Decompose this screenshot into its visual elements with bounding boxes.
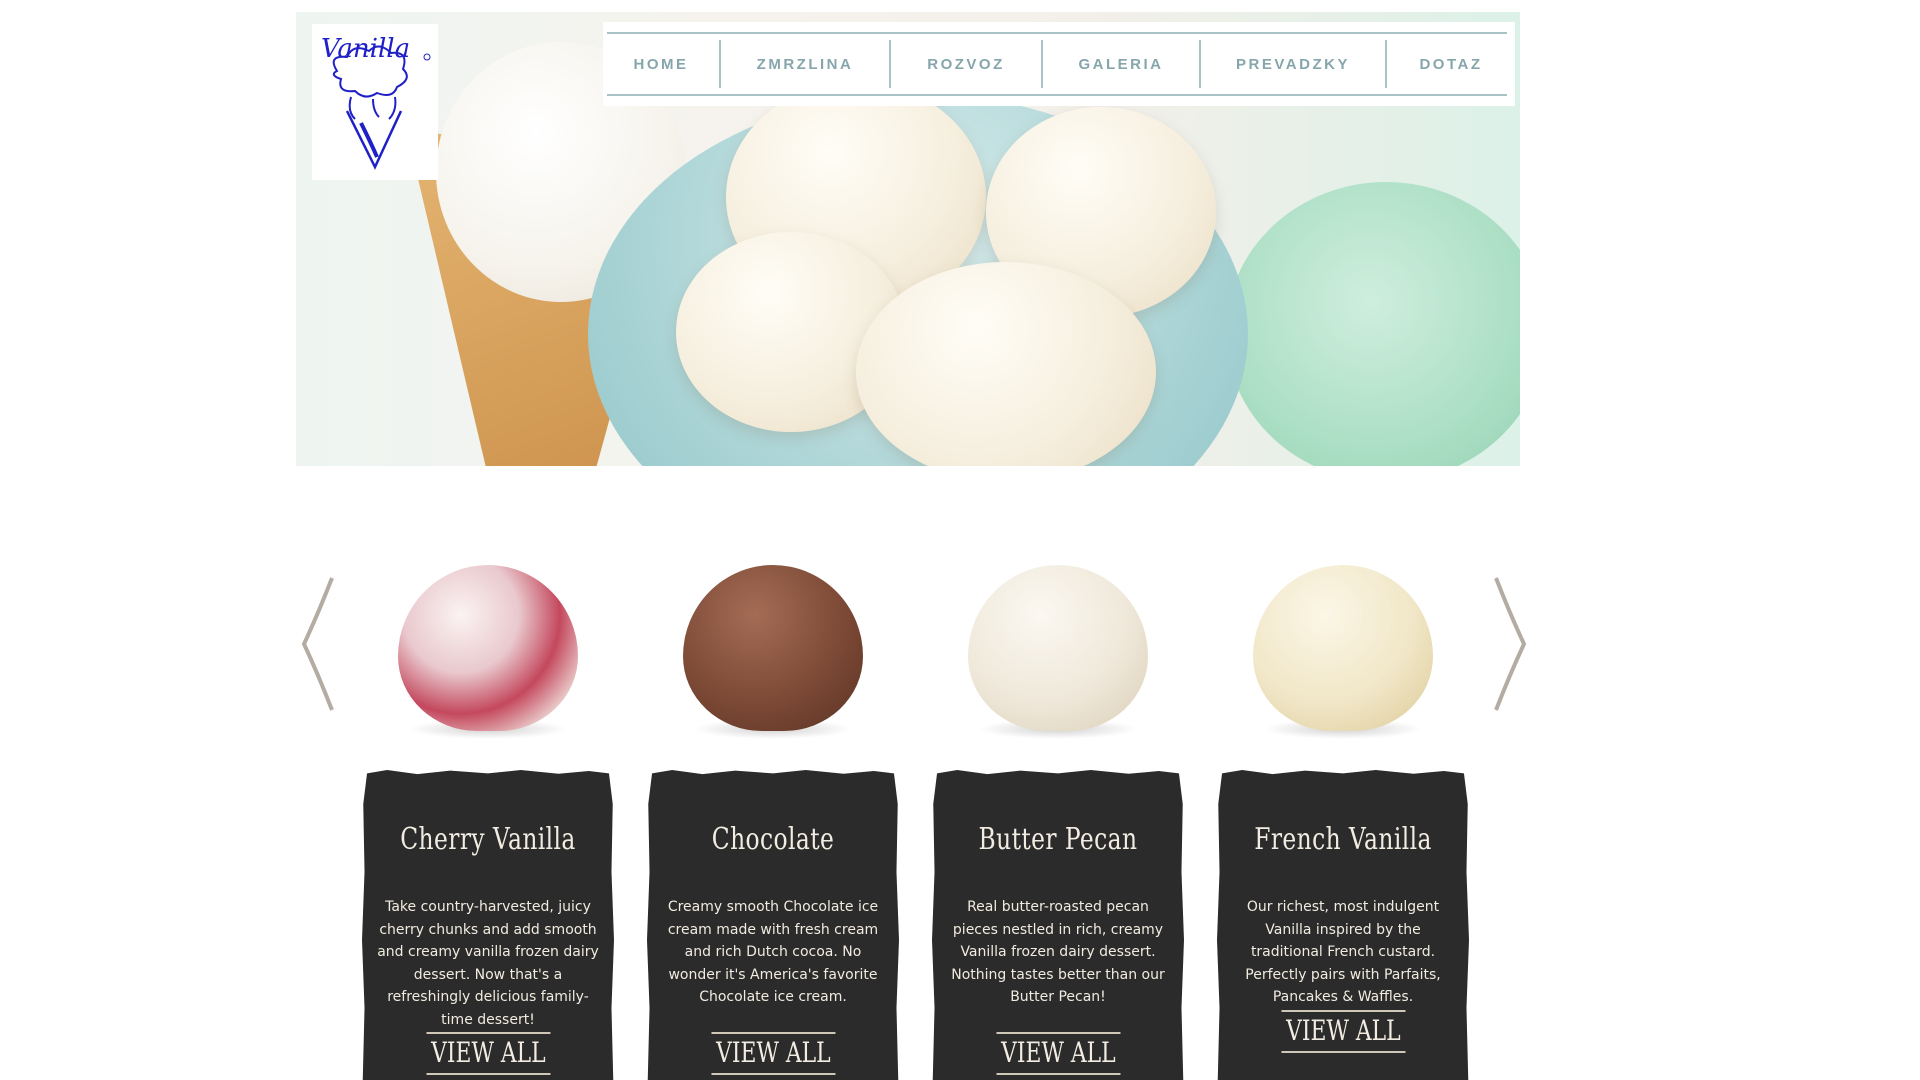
flavor-title: Chocolate — [711, 822, 835, 857]
flavor-panel: Cherry Vanilla Take country-harvested, j… — [362, 770, 614, 1080]
flavor-image[interactable] — [647, 540, 899, 762]
flavor-card: Butter Pecan Real butter-roasted pecan p… — [932, 540, 1184, 1080]
nav-home[interactable]: HOME — [603, 40, 719, 88]
flavor-card: Chocolate Creamy smooth Chocolate ice cr… — [647, 540, 899, 1080]
mint-scoop-image — [1226, 182, 1520, 466]
nav-dotaz[interactable]: DOTAZ — [1387, 40, 1515, 88]
view-all-button[interactable]: VIEW ALL — [1217, 1010, 1469, 1053]
ice-cream-logo-icon: Vanilla — [321, 34, 431, 170]
flavor-panel: French Vanilla Our richest, most indulge… — [1217, 770, 1469, 1080]
carousel-next-button[interactable] — [1486, 574, 1530, 714]
nav-zmrzlina[interactable]: ZMRZLINA — [721, 40, 889, 88]
flavor-title: Butter Pecan — [978, 822, 1138, 857]
flavor-description: Take country-harvested, juicy cherry chu… — [377, 899, 599, 1028]
site-logo[interactable]: Vanilla — [312, 24, 438, 180]
view-all-button[interactable]: VIEW ALL — [932, 1032, 1184, 1075]
chevron-right-icon — [1494, 577, 1527, 711]
flavor-image[interactable] — [362, 540, 614, 762]
flavor-title: Cherry Vanilla — [400, 822, 576, 857]
flavor-panel: Butter Pecan Real butter-roasted pecan p… — [932, 770, 1184, 1080]
flavor-title: French Vanilla — [1254, 822, 1432, 857]
nav-rozvoz[interactable]: ROZVOZ — [891, 40, 1041, 88]
view-all-button[interactable]: VIEW ALL — [362, 1032, 614, 1075]
carousel-prev-button[interactable] — [298, 574, 342, 714]
flavor-description: Real butter-roasted pecan pieces nestled… — [951, 899, 1165, 1005]
chevron-left-icon — [301, 577, 334, 711]
flavor-card: French Vanilla Our richest, most indulge… — [1217, 540, 1469, 1080]
view-all-button[interactable]: VIEW ALL — [647, 1032, 899, 1075]
nav-galeria[interactable]: GALERIA — [1043, 40, 1199, 88]
flavor-description: Creamy smooth Chocolate ice cream made w… — [667, 899, 879, 1005]
flavor-image[interactable] — [932, 540, 1184, 762]
main-nav: HOME ZMRZLINA ROZVOZ GALERIA PREVADZKY D… — [603, 22, 1515, 106]
flavor-description: Our richest, most indulgent Vanilla insp… — [1245, 899, 1441, 1005]
bowl-scoop-image — [856, 262, 1156, 466]
flavor-panel: Chocolate Creamy smooth Chocolate ice cr… — [647, 770, 899, 1080]
flavor-image[interactable] — [1217, 540, 1469, 762]
flavor-card: Cherry Vanilla Take country-harvested, j… — [362, 540, 614, 1080]
nav-prevadzky[interactable]: PREVADZKY — [1201, 40, 1385, 88]
